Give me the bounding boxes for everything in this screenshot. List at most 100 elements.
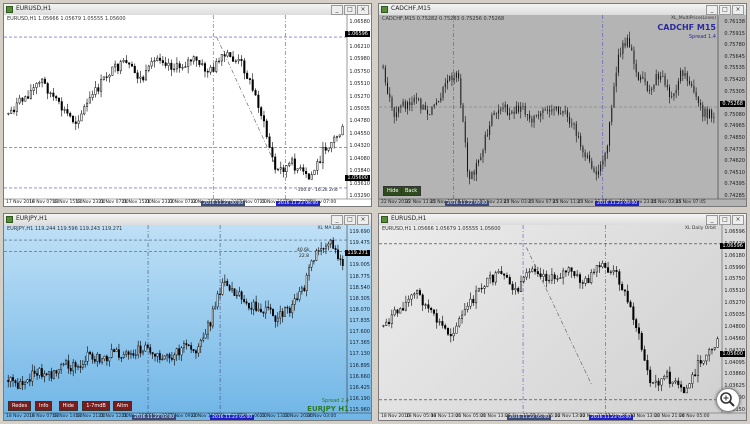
close-button[interactable]: × — [732, 215, 744, 225]
price-axis-label: 1.06180 — [724, 252, 745, 259]
trade-button-hide[interactable]: Hide — [58, 401, 78, 411]
candle — [438, 318, 441, 326]
hide-button[interactable]: Hide — [383, 186, 403, 196]
time-highlight-1: 2016.11.22 09:00 — [445, 201, 490, 206]
candle — [646, 354, 649, 376]
candle — [623, 289, 626, 296]
maximize-button[interactable]: □ — [719, 215, 731, 225]
candle — [286, 305, 289, 314]
chart-info-line: EURUSD,H1 1.05666 1.05679 1.05555 1.0560… — [7, 16, 126, 22]
trade-button-altm[interactable]: Altm — [112, 401, 133, 411]
maximize-button[interactable]: □ — [344, 215, 356, 225]
price-axis-label: 117.835 — [349, 318, 370, 324]
candle — [211, 305, 214, 329]
trend-line — [526, 247, 592, 385]
candle — [281, 308, 284, 323]
chart-plot-area[interactable]: CADCHF,M15 0.75282 0.75283 0.75256 0.752… — [379, 15, 746, 206]
candle — [100, 74, 103, 98]
current-price-tag: 1.05600 — [345, 175, 370, 181]
time-axis-label: 24 Nov 07:45 — [675, 200, 706, 205]
candle — [15, 97, 18, 116]
minimize-button[interactable]: _ — [706, 5, 718, 15]
close-button[interactable]: × — [732, 5, 744, 15]
price-axis-label: 0.74965 — [724, 123, 745, 130]
candle — [274, 315, 277, 328]
chart-window-eurjpy-h1[interactable]: EURJPY,H1 _ □ × EURJPY,H1 119.244 119.596 … — [3, 213, 372, 421]
candle — [240, 55, 243, 67]
candle — [159, 53, 162, 64]
price-axis-label: 1.06596 — [724, 229, 745, 235]
chart-plot-area[interactable]: EURUSD,H1 1.05666 1.05679 1.05555 1.0560… — [4, 15, 371, 206]
trade-button-info[interactable]: Info — [35, 401, 53, 411]
candle — [682, 386, 685, 394]
candle — [483, 285, 486, 294]
candle — [288, 305, 291, 317]
candle — [325, 242, 327, 255]
minimize-button[interactable]: _ — [331, 5, 343, 15]
candle — [184, 61, 187, 68]
candle — [632, 302, 635, 325]
minimize-button[interactable]: _ — [331, 215, 343, 225]
magnifier-icon[interactable] — [716, 388, 740, 412]
candle — [245, 298, 248, 306]
candle — [393, 306, 396, 317]
candle — [334, 245, 337, 254]
candle — [161, 55, 164, 66]
price-axis-label: 1.05270 — [349, 93, 370, 100]
candle — [333, 135, 336, 149]
candle — [296, 292, 298, 302]
minimize-button[interactable]: _ — [706, 215, 718, 225]
annotation-2: 22.8 — [299, 254, 310, 259]
candle — [542, 269, 545, 283]
chart-plot-area[interactable]: EURJPY,H1 119.244 119.596 119.243 119.27… — [4, 225, 371, 420]
candle — [108, 357, 111, 367]
candle — [144, 341, 147, 352]
candle — [671, 381, 674, 387]
maximize-button[interactable]: □ — [719, 5, 731, 15]
candle — [178, 61, 181, 73]
chart-window-eurusd-h1-bottom[interactable]: EURUSD,H1 _ □ × EURUSD,H1 1.05666 1.05679 … — [378, 213, 747, 421]
price-axis-label: 1.04780 — [349, 118, 370, 125]
price-axis-label: 1.05980 — [349, 56, 370, 63]
close-button[interactable]: × — [357, 215, 369, 225]
trade-button-redes[interactable]: Redes — [8, 401, 32, 411]
chart-window-cadchf-m15[interactable]: CADCHF,M15 _ □ × CADCHF,M15 0.75282 0.7528… — [378, 3, 747, 207]
candle — [77, 115, 80, 129]
candle — [455, 322, 458, 334]
candle — [590, 269, 593, 285]
candle — [201, 59, 204, 67]
candle — [404, 295, 407, 312]
candle — [452, 327, 455, 341]
candle — [284, 306, 286, 317]
price-axis-label: 116.660 — [349, 373, 370, 380]
price-axis-label: 116.895 — [349, 362, 370, 369]
candle — [118, 343, 120, 361]
candle — [233, 288, 236, 296]
candle — [564, 269, 567, 277]
candle — [84, 355, 87, 368]
candle — [91, 90, 94, 101]
candle — [187, 56, 190, 74]
maximize-button[interactable]: □ — [344, 5, 356, 15]
chart-plot-area[interactable]: EURUSD,H1 1.05666 1.05679 1.05555 1.0560… — [379, 225, 746, 420]
time-highlight-1: 2016.11.22 05:00 — [507, 415, 552, 420]
candle — [312, 260, 315, 265]
candle — [559, 272, 562, 279]
candle — [396, 308, 399, 317]
candle — [269, 303, 272, 314]
candle — [130, 61, 133, 67]
back-button[interactable]: Back — [401, 186, 422, 196]
time-highlight-1: 2016.11.22 03:00 — [132, 415, 177, 420]
price-axis-label: 0.74620 — [724, 158, 745, 165]
chart-window-eurusd-h1-top[interactable]: EURUSD,H1 _ □ × EURUSD,H1 1.05666 1.05679 … — [3, 3, 372, 207]
candle — [305, 272, 308, 297]
candle — [231, 281, 233, 293]
price-axis-label: 118.775 — [349, 273, 370, 280]
candle — [65, 358, 67, 366]
trade-button-1-7mdb[interactable]: 1-7mdB — [82, 401, 110, 411]
price-axis-label: 1.05750 — [724, 276, 745, 283]
candle — [166, 353, 168, 362]
candle — [173, 63, 176, 73]
candle — [271, 141, 274, 162]
close-button[interactable]: × — [357, 5, 369, 15]
